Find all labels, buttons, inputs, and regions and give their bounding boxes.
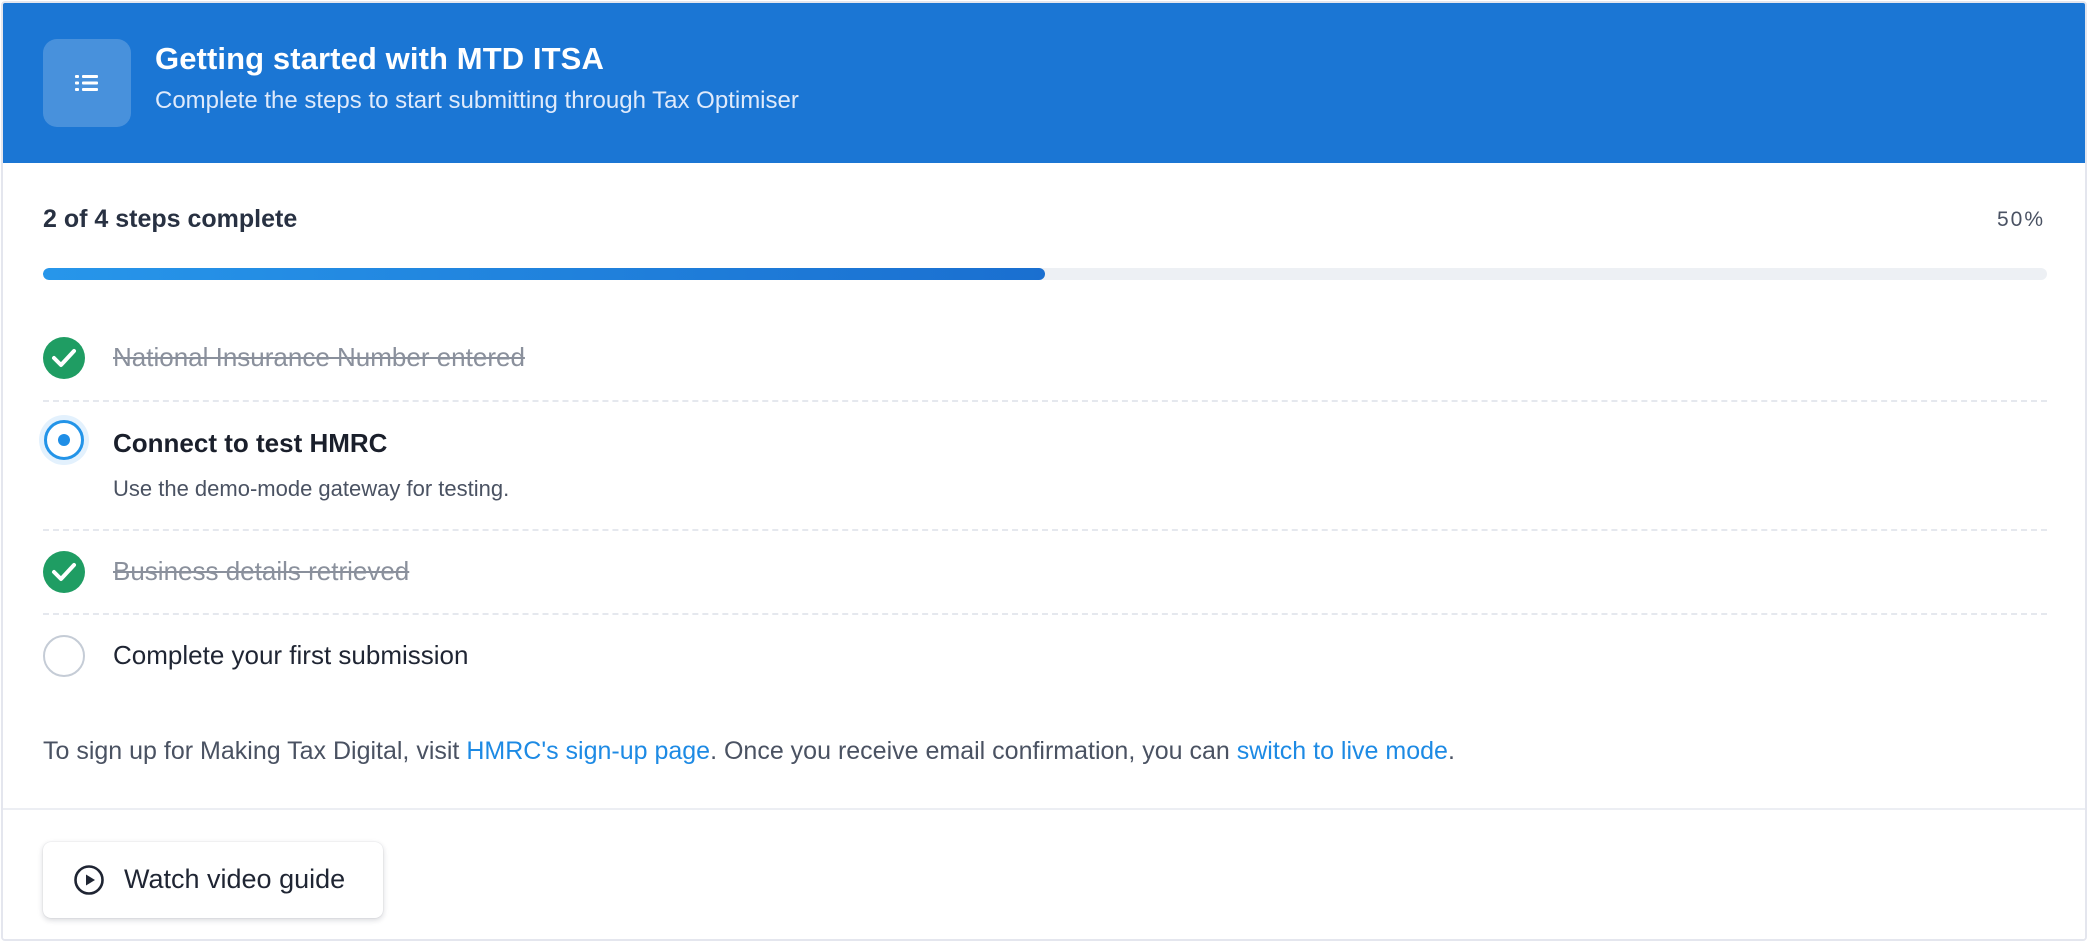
info-prefix: To sign up for Making Tax Digital, visit bbox=[43, 737, 467, 765]
progress-label: 2 of 4 steps complete bbox=[43, 205, 298, 233]
signup-info-text: To sign up for Making Tax Digital, visit… bbox=[43, 737, 1455, 766]
step-divider bbox=[43, 613, 2047, 615]
step-item: National Insurance Number entered bbox=[43, 337, 2047, 379]
check-circle-icon bbox=[43, 551, 85, 593]
onboarding-card: Getting started with MTD ITSA Complete t… bbox=[1, 1, 2087, 941]
radio-active-icon bbox=[39, 415, 89, 465]
empty-circle-icon bbox=[43, 635, 85, 677]
card-header: Getting started with MTD ITSA Complete t… bbox=[3, 3, 2085, 163]
page-subtitle: Complete the steps to start submitting t… bbox=[155, 87, 799, 114]
check-circle-icon bbox=[43, 337, 85, 379]
step-divider bbox=[43, 400, 2047, 402]
step-label: Complete your first submission bbox=[113, 640, 469, 670]
step-divider bbox=[43, 529, 2047, 531]
step-item-current[interactable]: Connect to test HMRC Use the demo-mode g… bbox=[39, 415, 2047, 509]
info-middle: . Once you receive email confirmation, y… bbox=[710, 737, 1237, 765]
step-item: Business details retrieved bbox=[43, 551, 2047, 593]
info-suffix: . bbox=[1447, 737, 1455, 765]
step-label: National Insurance Number entered bbox=[113, 342, 525, 372]
progress-bar-fill bbox=[43, 268, 1045, 280]
step-description: Use the demo-mode gateway for testing. bbox=[113, 476, 510, 501]
switch-live-mode-link[interactable]: switch to live mode bbox=[1237, 737, 1448, 765]
page-title: Getting started with MTD ITSA bbox=[155, 41, 604, 76]
progress-percent: 50% bbox=[1996, 208, 2045, 231]
progress-bar bbox=[43, 268, 2047, 280]
watch-video-label: Watch video guide bbox=[124, 864, 346, 894]
step-label: Connect to test HMRC bbox=[113, 428, 388, 458]
play-circle-icon bbox=[73, 864, 105, 896]
watch-video-button[interactable]: Watch video guide bbox=[43, 842, 383, 918]
step-label: Business details retrieved bbox=[113, 556, 410, 586]
card-footer: Watch video guide bbox=[3, 808, 2085, 939]
hmrc-signup-link[interactable]: HMRC's sign-up page bbox=[466, 737, 710, 765]
list-icon bbox=[43, 39, 131, 127]
step-item[interactable]: Complete your first submission bbox=[43, 635, 2047, 677]
